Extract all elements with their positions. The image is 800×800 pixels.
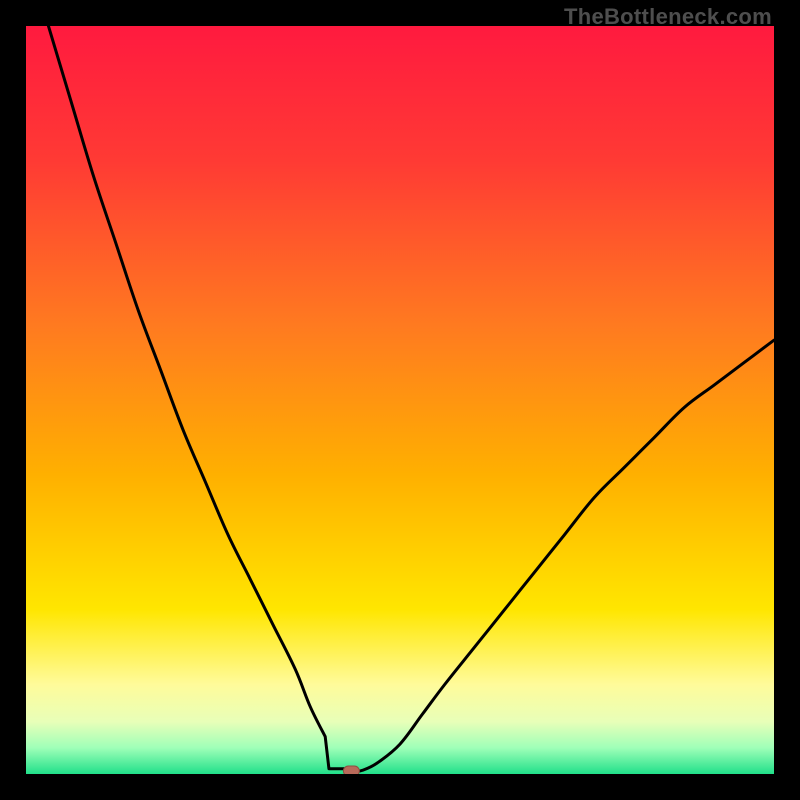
watermark-label: TheBottleneck.com	[564, 4, 772, 30]
chart-frame: TheBottleneck.com	[0, 0, 800, 800]
gradient-background	[26, 26, 774, 774]
plot-area	[26, 26, 774, 774]
optimum-marker	[343, 766, 359, 774]
bottleneck-chart	[26, 26, 774, 774]
